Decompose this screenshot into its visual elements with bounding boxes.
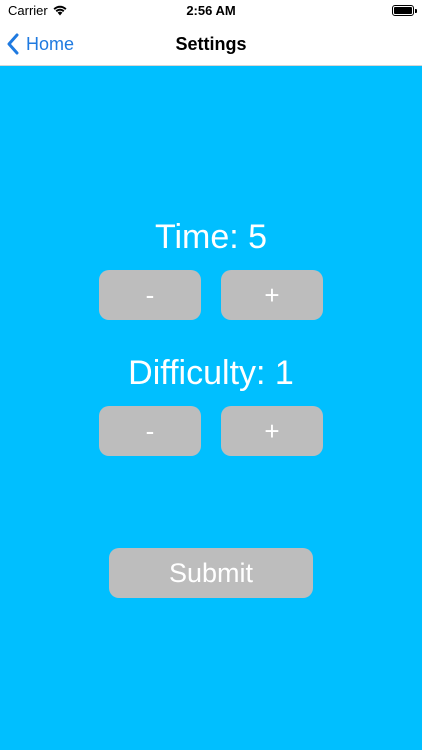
page-title: Settings <box>175 34 247 54</box>
submit-button[interactable]: Submit <box>109 548 313 598</box>
status-bar: Carrier 2:56 AM <box>0 0 422 22</box>
difficulty-increment-button[interactable]: + <box>221 406 323 456</box>
settings-content: Time: 5 - + Difficulty: 1 - + Submit <box>0 66 422 750</box>
difficulty-value-label: Difficulty: 1 <box>128 354 294 392</box>
battery-icon <box>392 5 417 16</box>
time-decrement-button[interactable]: - <box>99 270 201 320</box>
time-increment-button[interactable]: + <box>221 270 323 320</box>
time-value-label: Time: 5 <box>154 218 268 256</box>
navigation-bar: Home Settings <box>0 22 422 66</box>
status-time: 2:56 AM <box>186 3 236 18</box>
difficulty-decrement-button[interactable]: - <box>99 406 201 456</box>
